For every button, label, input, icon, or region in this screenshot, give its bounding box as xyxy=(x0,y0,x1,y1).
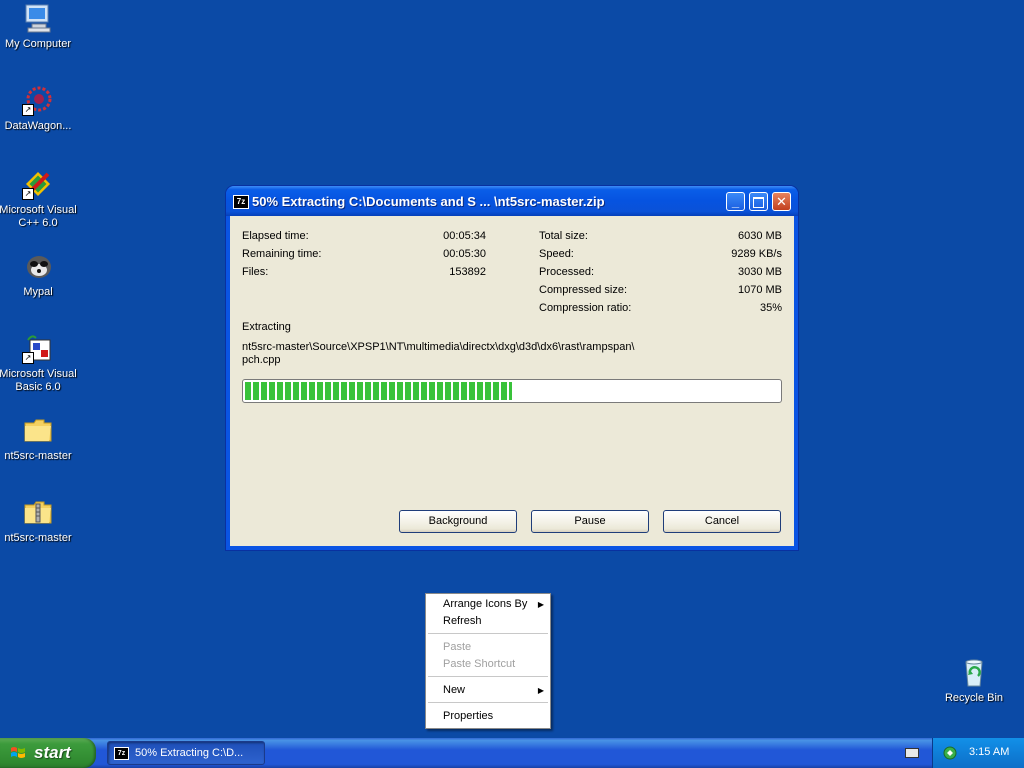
window-titlebar[interactable]: 7z 50% Extracting C:\Documents and S ...… xyxy=(226,186,798,216)
recycle-bin-icon xyxy=(958,656,990,688)
remaining-time-value: 00:05:30 xyxy=(443,248,486,260)
compressed-size-value: 1070 MB xyxy=(737,284,782,296)
7zip-app-icon: 7z xyxy=(233,195,249,209)
menu-item-paste: Paste xyxy=(443,641,472,653)
menu-item-refresh[interactable]: Refresh xyxy=(443,615,482,627)
elapsed-time-label: Elapsed time: xyxy=(242,230,309,242)
taskbar-item-label: 50% Extracting C:\D... xyxy=(135,747,244,759)
start-button[interactable]: start xyxy=(0,738,96,768)
clock[interactable]: 3:15 AM xyxy=(969,746,1009,758)
submenu-arrow-icon: ▶ xyxy=(537,600,544,609)
window-client-area: Elapsed time: 00:05:34 Remaining time: 0… xyxy=(230,216,794,546)
close-button[interactable]: ✕ xyxy=(772,192,791,211)
desktop-icon-label: My Computer xyxy=(4,38,72,50)
maximize-icon xyxy=(753,197,764,208)
total-size-value: 6030 MB xyxy=(737,230,782,242)
menu-separator xyxy=(428,676,548,677)
system-tray: 3:15 AM xyxy=(932,738,1024,768)
speed-label: Speed: xyxy=(539,248,574,260)
windows-flag-icon xyxy=(11,747,25,758)
desktop-icon-recycle-bin[interactable]: Recycle Bin xyxy=(934,656,1014,705)
datawagon-icon: ↗ xyxy=(22,84,54,116)
visual-cpp-icon: ↗ xyxy=(22,168,54,200)
menu-item-new[interactable]: New xyxy=(443,684,465,696)
extracting-label: Extracting xyxy=(242,321,291,333)
desktop-icon-label: nt5src-master xyxy=(4,450,72,462)
shortcut-arrow-icon: ↗ xyxy=(22,352,34,364)
submenu-arrow-icon: ▶ xyxy=(537,686,544,695)
files-value: 153892 xyxy=(449,266,486,278)
menu-item-label: Arrange Icons By xyxy=(443,598,528,610)
maximize-button[interactable] xyxy=(749,192,768,211)
desktop-icon-label: Microsoft Visual Basic 6.0 xyxy=(0,368,77,393)
minimize-icon: _ xyxy=(731,194,740,209)
progress-fill xyxy=(245,382,512,400)
extract-progress-window: 7z 50% Extracting C:\Documents and S ...… xyxy=(226,186,798,550)
pause-button[interactable]: Pause xyxy=(531,510,649,533)
menu-item-paste-shortcut: Paste Shortcut xyxy=(443,658,516,670)
menu-item-arrange-icons[interactable]: Arrange Icons By xyxy=(443,598,527,610)
shortcut-arrow-icon: ↗ xyxy=(22,104,34,116)
desktop-icon-label: Microsoft Visual C++ 6.0 xyxy=(0,204,77,229)
cancel-button[interactable]: Cancel xyxy=(663,510,781,533)
desktop-icon-visual-cpp[interactable]: ↗ Microsoft Visual C++ 6.0 xyxy=(0,168,78,230)
desktop-icon-label: Recycle Bin xyxy=(944,692,1004,704)
window-title: 50% Extracting C:\Documents and S ... \n… xyxy=(252,194,605,209)
files-label: Files: xyxy=(242,266,269,278)
processed-value: 3030 MB xyxy=(737,266,782,278)
desktop-icon-nt5src-zip[interactable]: nt5src-master xyxy=(0,496,78,545)
speed-value: 9289 KB/s xyxy=(731,248,782,260)
current-file-path: nt5src-master\Source\XPSP1\NT\multimedia… xyxy=(242,341,635,353)
taskbar: start 7z 50% Extracting C:\D... 3:15 AM xyxy=(0,738,1024,768)
desktop-icon-label: nt5src-master xyxy=(4,532,72,544)
menu-separator xyxy=(428,702,548,703)
shortcut-arrow-icon: ↗ xyxy=(22,188,34,200)
folder-icon xyxy=(22,414,54,446)
desktop-icon-visual-basic[interactable]: ↗ Microsoft Visual Basic 6.0 xyxy=(0,332,78,394)
desktop-icon-label: DataWagon... xyxy=(4,120,72,132)
desktop-icon-label: Mypal xyxy=(23,286,53,298)
extract-progress-bar xyxy=(242,379,782,403)
minimize-button[interactable]: _ xyxy=(726,192,745,211)
compression-ratio-value: 35% xyxy=(759,302,782,314)
background-button[interactable]: Background xyxy=(399,510,517,533)
elapsed-time-value: 00:05:34 xyxy=(443,230,486,242)
zip-folder-icon xyxy=(22,496,54,528)
desktop-icon-mypal[interactable]: Mypal xyxy=(0,250,78,299)
desktop-icon-my-computer[interactable]: My Computer xyxy=(0,2,78,51)
compression-ratio-label: Compression ratio: xyxy=(539,302,632,314)
compressed-size-label: Compressed size: xyxy=(539,284,628,296)
processed-label: Processed: xyxy=(539,266,595,278)
desktop-icon-nt5src-folder[interactable]: nt5src-master xyxy=(0,414,78,463)
current-file-name: pch.cpp xyxy=(242,354,281,366)
total-size-label: Total size: xyxy=(539,230,588,242)
close-icon: ✕ xyxy=(776,194,787,209)
mypal-icon xyxy=(22,250,54,282)
desktop-icon-datawagon[interactable]: ↗ DataWagon... xyxy=(0,84,78,133)
visual-basic-icon: ↗ xyxy=(22,332,54,364)
network-tray-icon[interactable] xyxy=(943,746,957,760)
7zip-app-icon: 7z xyxy=(114,747,129,760)
start-label: start xyxy=(34,743,71,762)
taskbar-item-7zip[interactable]: 7z 50% Extracting C:\D... xyxy=(107,741,265,765)
menu-separator xyxy=(428,633,548,634)
keyboard-icon[interactable] xyxy=(905,748,919,758)
remaining-time-label: Remaining time: xyxy=(242,248,322,260)
my-computer-icon xyxy=(22,2,54,34)
desktop-context-menu: Arrange Icons By ▶ Refresh Paste Paste S… xyxy=(425,593,551,729)
menu-item-properties[interactable]: Properties xyxy=(443,710,493,722)
